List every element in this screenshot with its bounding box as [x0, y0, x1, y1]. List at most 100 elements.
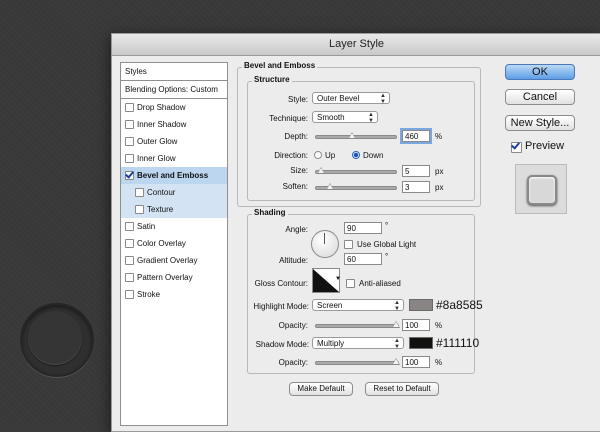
preview-checkbox[interactable] — [511, 142, 522, 153]
size-field[interactable]: 5 — [402, 165, 430, 177]
sidebar-item-bevel-and-emboss[interactable]: Bevel and Emboss — [121, 167, 227, 184]
sidebar-item-checkbox[interactable] — [125, 273, 134, 283]
sidebar-item-checkbox[interactable] — [125, 256, 134, 266]
angle-field[interactable]: 90 — [344, 222, 382, 234]
sidebar-item-satin[interactable]: Satin — [121, 218, 227, 235]
select-arrows-icon: ▲ ▼ — [368, 112, 374, 124]
shadow-opacity-slider[interactable] — [315, 358, 400, 365]
highlight-opacity-slider[interactable] — [315, 321, 400, 328]
technique-select-value: Smooth — [317, 113, 345, 122]
sidebar-item-checkbox[interactable] — [125, 222, 134, 232]
style-preview-thumbnail — [515, 164, 567, 214]
highlight-mode-label: Highlight Mode: — [253, 302, 309, 311]
sidebar-item-label: Texture — [147, 205, 174, 214]
sidebar-item-pattern-overlay[interactable]: Pattern Overlay — [121, 269, 227, 286]
global-light-checkbox[interactable] — [344, 240, 353, 249]
highlight-mode-select[interactable]: Screen ▲ ▼ — [312, 299, 404, 312]
ok-button[interactable]: OK — [505, 64, 575, 80]
direction-down-radio[interactable] — [352, 151, 360, 159]
sidebar-item-label: Inner Glow — [137, 154, 176, 163]
shadow-opacity-field[interactable]: 100 — [402, 356, 430, 368]
highlight-opacity-unit: % — [435, 321, 443, 330]
shadow-mode-select[interactable]: Multiply ▲ ▼ — [312, 337, 404, 350]
sidebar-item-checkbox[interactable] — [125, 103, 134, 113]
depth-slider[interactable] — [315, 132, 397, 139]
sidebar-item-checkbox[interactable] — [125, 239, 134, 249]
sidebar-style-list: Drop Shadow Inner Shadow Outer Glow Inner G… — [121, 99, 227, 303]
sidebar-item-label: Drop Shadow — [137, 103, 186, 112]
sidebar-item-contour[interactable]: Contour — [121, 184, 227, 201]
canvas-circle-shape — [20, 303, 94, 377]
sidebar-item-checkbox[interactable] — [135, 188, 144, 198]
gloss-contour-dropdown-icon[interactable]: ▼ — [335, 276, 341, 282]
soften-slider-thumb[interactable] — [326, 183, 334, 190]
global-light-label: Use Global Light — [357, 240, 417, 249]
dialog-title[interactable]: Layer Style — [112, 34, 600, 56]
altitude-unit: ° — [385, 252, 389, 261]
soften-field[interactable]: 3 — [402, 181, 430, 193]
sidebar-item-checkbox[interactable] — [125, 120, 134, 130]
altitude-label: Altitude: — [279, 256, 308, 265]
make-default-button[interactable]: Make Default — [289, 382, 353, 396]
highlight-opacity-field[interactable]: 100 — [402, 319, 430, 331]
size-slider[interactable] — [315, 167, 397, 174]
sidebar-item-checkbox[interactable] — [125, 154, 134, 164]
depth-unit: % — [435, 132, 443, 141]
highlight-opacity-thumb[interactable] — [392, 321, 400, 328]
direction-up-radio[interactable] — [314, 151, 322, 159]
select-arrows-icon: ▲ ▼ — [380, 93, 386, 105]
sidebar-item-label: Satin — [137, 222, 156, 231]
select-arrows-icon: ▲ ▼ — [394, 300, 400, 312]
sidebar-blending-options[interactable]: Blending Options: Custom — [121, 81, 227, 99]
highlight-mode-value: Screen — [317, 301, 343, 310]
cancel-button[interactable]: Cancel — [505, 89, 575, 105]
sidebar-item-checkbox[interactable] — [125, 137, 134, 147]
soften-slider[interactable] — [315, 183, 397, 190]
sidebar-item-label: Contour — [147, 188, 176, 197]
highlight-hex-label: #8a8585 — [436, 298, 483, 312]
highlight-opacity-label: Opacity: — [278, 321, 308, 330]
sidebar-item-texture[interactable]: Texture — [121, 201, 227, 218]
sidebar-item-outer-glow[interactable]: Outer Glow — [121, 133, 227, 150]
soften-label: Soften: — [282, 182, 308, 191]
shadow-mode-label: Shadow Mode: — [255, 340, 309, 349]
shading-title: Shading — [252, 208, 288, 217]
structure-title: Structure — [252, 75, 292, 84]
sidebar-item-label: Pattern Overlay — [137, 273, 193, 282]
sidebar-styles-header[interactable]: Styles — [121, 63, 227, 81]
sidebar-item-gradient-overlay[interactable]: Gradient Overlay — [121, 252, 227, 269]
reset-to-default-button[interactable]: Reset to Default — [365, 382, 439, 396]
style-select[interactable]: Outer Bevel ▲ ▼ — [312, 92, 390, 105]
sidebar-item-label: Outer Glow — [137, 137, 178, 146]
shadow-opacity-unit: % — [435, 358, 443, 367]
sidebar-item-checkbox[interactable] — [135, 205, 144, 215]
sidebar-item-color-overlay[interactable]: Color Overlay — [121, 235, 227, 252]
shadow-opacity-thumb[interactable] — [392, 358, 400, 365]
size-unit: px — [435, 167, 444, 176]
sidebar-item-inner-shadow[interactable]: Inner Shadow — [121, 116, 227, 133]
size-slider-thumb[interactable] — [317, 167, 325, 174]
sidebar-item-drop-shadow[interactable]: Drop Shadow — [121, 99, 227, 116]
new-style-button[interactable]: New Style... — [505, 115, 575, 131]
direction-label: Direction: — [274, 151, 308, 160]
sidebar-item-stroke[interactable]: Stroke — [121, 286, 227, 303]
angle-dial[interactable] — [311, 230, 339, 258]
depth-field[interactable]: 460 — [402, 130, 430, 142]
shadow-hex-label: #111110 — [436, 336, 480, 350]
sidebar-item-label: Gradient Overlay — [137, 256, 198, 265]
preview-label: Preview — [525, 140, 565, 152]
soften-unit: px — [435, 183, 444, 192]
sidebar-item-checkbox[interactable] — [125, 171, 134, 181]
anti-aliased-checkbox[interactable] — [346, 279, 355, 288]
sidebar-item-inner-glow[interactable]: Inner Glow — [121, 150, 227, 167]
sidebar-item-label: Bevel and Emboss — [137, 171, 209, 180]
technique-select[interactable]: Smooth ▲ ▼ — [312, 111, 378, 124]
sidebar-item-label: Inner Shadow — [137, 120, 187, 129]
shadow-color-swatch[interactable] — [409, 337, 433, 349]
technique-label: Technique: — [269, 114, 308, 123]
altitude-field[interactable]: 60 — [344, 253, 382, 265]
highlight-color-swatch[interactable] — [409, 299, 433, 311]
layer-style-dialog: Layer Style Styles Blending Options: Cus… — [111, 33, 600, 432]
sidebar-item-checkbox[interactable] — [125, 290, 134, 300]
depth-slider-thumb[interactable] — [348, 132, 356, 139]
